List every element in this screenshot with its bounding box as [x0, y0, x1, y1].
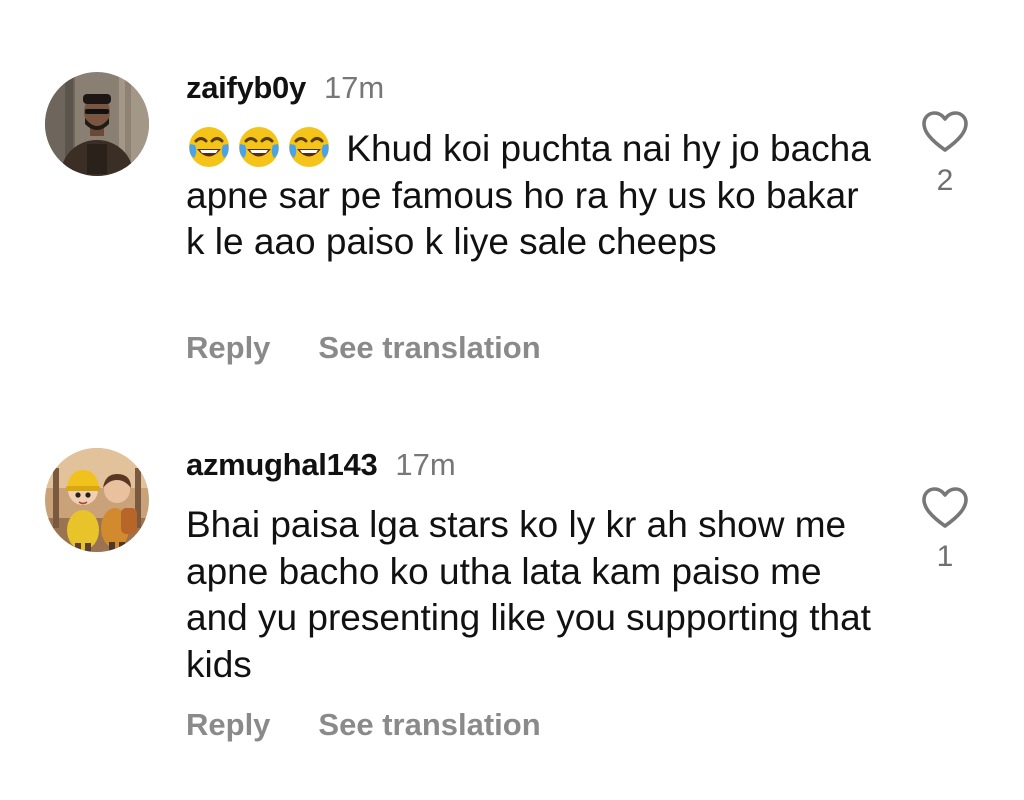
comment-actions: Reply See translation: [186, 707, 541, 743]
reply-button[interactable]: Reply: [186, 330, 270, 366]
laughing-emoji-icon: [186, 124, 232, 170]
like-button[interactable]: 2: [918, 110, 972, 198]
see-translation-button[interactable]: See translation: [318, 707, 540, 743]
see-translation-button[interactable]: See translation: [318, 330, 540, 366]
avatar[interactable]: [45, 448, 149, 552]
comment-item: zaifyb0y 17m Khud koi puchta nai hy jo b…: [0, 0, 1024, 400]
username[interactable]: azmughal143: [186, 447, 378, 483]
comment-item: azmughal143 17m Bhai paisa lga stars ko …: [0, 400, 1024, 800]
timestamp: 17m: [395, 447, 456, 482]
comment-meta: zaifyb0y 17m: [186, 70, 384, 106]
laughing-emoji-icon: [286, 124, 332, 170]
username[interactable]: zaifyb0y: [186, 70, 306, 106]
user-avatar-man-dark-jacket: [45, 72, 149, 176]
laughing-emoji-icon: [236, 124, 282, 170]
timestamp: 17m: [323, 70, 385, 105]
comment-text: Khud koi puchta nai hy jo bacha apne sar…: [186, 124, 886, 266]
comment-text: Bhai paisa lga stars ko ly kr ah show me…: [186, 502, 886, 688]
comment-actions: Reply See translation: [186, 330, 541, 366]
reply-button[interactable]: Reply: [186, 707, 270, 743]
avatar[interactable]: [45, 72, 149, 176]
like-button[interactable]: 1: [918, 486, 972, 574]
comment-meta: azmughal143 17m: [186, 447, 456, 483]
heart-outline-icon: [922, 111, 968, 152]
like-count: 1: [936, 540, 954, 573]
like-count: 2: [936, 164, 954, 197]
heart-outline-icon: [922, 487, 968, 528]
user-avatar-cartoon-kids: [45, 448, 149, 552]
comment-body: Bhai paisa lga stars ko ly kr ah show me…: [186, 504, 871, 685]
